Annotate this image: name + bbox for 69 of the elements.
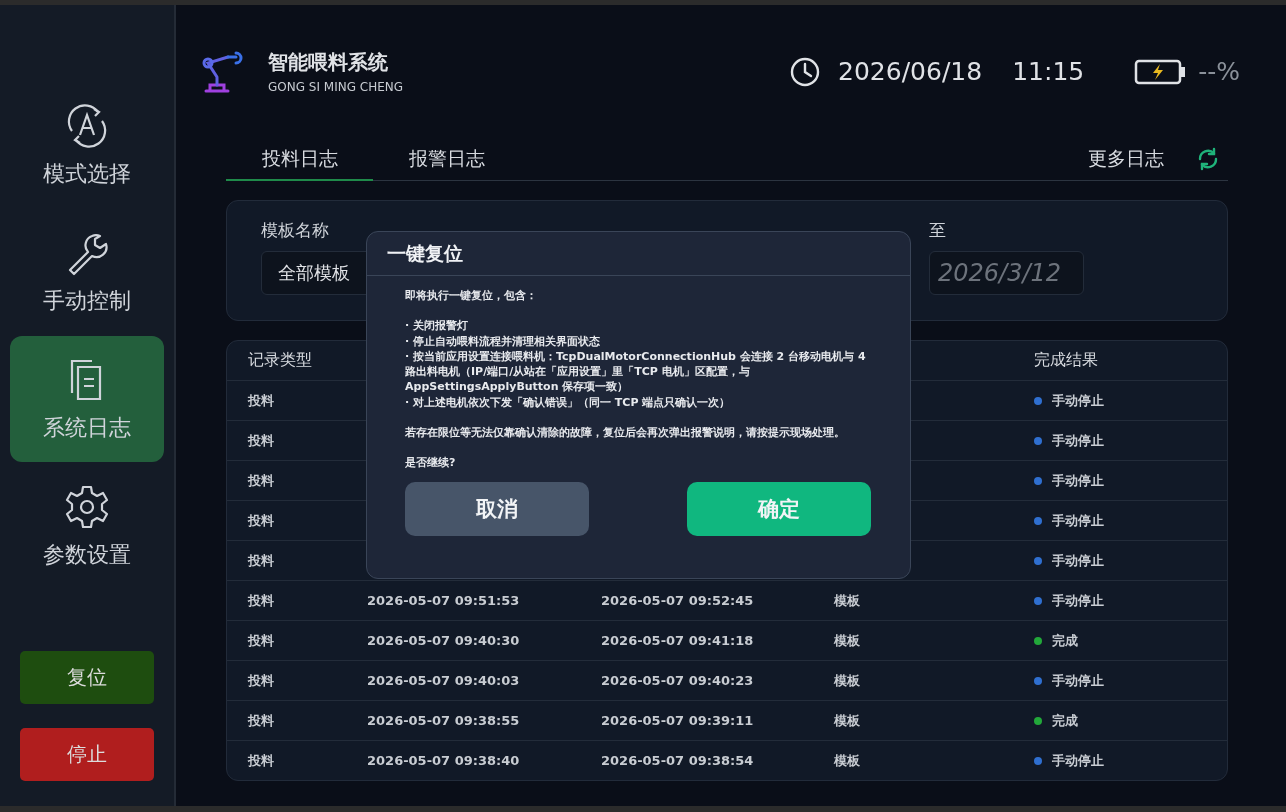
bullet-text: · 对上述电机依次下发「确认错误」（同一 TCP 端点只确认一次） — [405, 394, 732, 411]
status-text: 手动停止 — [1052, 431, 1104, 450]
status-text: 手动停止 — [1052, 391, 1104, 410]
app-title: 智能喂料系统 — [268, 49, 389, 76]
stop-button[interactable]: 停止 — [20, 728, 154, 781]
dialog-question: 是否继续? — [405, 455, 457, 471]
battery-icon — [1134, 58, 1187, 85]
nav-item[interactable]: 参数设置 — [10, 463, 164, 589]
tab[interactable]: 投料日志 — [226, 138, 373, 181]
table-cell-text: 投料 — [248, 591, 275, 610]
table-cell-text: 投料 — [248, 431, 275, 450]
refresh-icon[interactable] — [1196, 147, 1220, 171]
company-name: GONG SI MING CHENG — [268, 80, 404, 94]
bullet-text: · 按当前应用设置连接喂料机：TcpDualMotorConnectionHub 会连接 2 台移动电机与 4 路出料电机（IP/端口/从站在「应用设置」里「TCP 电机」区配置，与 AppSettingsApplyButton 保存项一致） — [405, 348, 867, 395]
bullet-text: · 关闭报警灯 — [405, 318, 469, 334]
table-cell-text: 模板 — [834, 671, 861, 690]
table-cell-text: 模板 — [834, 711, 861, 730]
table-cell-text: 2026-05-07 09:40:23 — [601, 673, 755, 688]
tab[interactable]: 报警日志 — [373, 138, 520, 181]
nav-item[interactable]: 模式选择 — [10, 82, 164, 208]
column-header: 完成结果 — [1034, 350, 1099, 371]
table-cell-text: 2026-05-07 09:38:54 — [601, 753, 755, 768]
table-cell-text: 2026-05-07 09:38:55 — [367, 713, 521, 728]
table-cell-text: 投料 — [248, 551, 275, 570]
time-text: 11:15 — [1012, 57, 1085, 86]
table-cell-text: 投料 — [248, 471, 275, 490]
dialog-text: 若存在限位等无法仅靠确认清除的故障，复位后会再次弹出报警说明，请按提示现场处理。 — [405, 425, 846, 441]
end-date-field[interactable]: 2026/3/12 — [929, 251, 1084, 295]
nav-item[interactable]: 手动控制 — [10, 209, 164, 335]
table-cell-text: 2026-05-07 09:39:11 — [601, 713, 755, 728]
more-logs-link[interactable]: 更多日志 — [1082, 145, 1170, 173]
status-text: 手动停止 — [1052, 591, 1104, 610]
filter-label: 模板名称 — [261, 219, 330, 241]
filter-label: 至 — [929, 219, 947, 241]
date-text: 2026/06/18 — [838, 57, 983, 86]
status-text: 手动停止 — [1052, 471, 1104, 490]
table-cell-text: 2026-05-07 09:40:30 — [367, 633, 521, 648]
table-cell-text: 投料 — [248, 391, 275, 410]
table-cell-text: 投料 — [248, 671, 275, 690]
table-cell-text: 2026-05-07 09:38:40 — [367, 753, 521, 768]
table-cell-text: 2026-05-07 09:40:03 — [367, 673, 521, 688]
table-cell-text: 投料 — [248, 751, 275, 770]
column-header: 记录类型 — [248, 350, 313, 371]
status-text: 完成 — [1052, 631, 1078, 650]
table-cell-text: 2026-05-07 09:51:53 — [367, 593, 521, 608]
status-text: 手动停止 — [1052, 511, 1104, 530]
table-cell-text: 2026-05-07 09:52:45 — [601, 593, 755, 608]
nav-item[interactable]: 系统日志 — [10, 336, 164, 462]
table-cell-text: 投料 — [248, 631, 275, 650]
table-cell-text: 投料 — [248, 511, 275, 530]
nav-label: 模式选择 — [43, 160, 131, 188]
status-text: 手动停止 — [1052, 751, 1104, 770]
table-cell-text: 模板 — [834, 751, 861, 770]
nav-label: 系统日志 — [43, 414, 131, 442]
table-cell-text: 模板 — [834, 631, 861, 650]
table-cell-text: 模板 — [834, 591, 861, 610]
dialog-title: 一键复位 — [367, 232, 910, 276]
status-text: 手动停止 — [1052, 551, 1104, 570]
bullet-text: · 停止自动喂料流程并清理相关界面状态 — [405, 333, 601, 349]
table-cell-text: 投料 — [248, 711, 275, 730]
nav-label: 参数设置 — [43, 541, 131, 569]
cancel-button[interactable]: 取消 — [405, 481, 589, 536]
table-cell-text: 2026-05-07 09:41:18 — [601, 633, 755, 648]
battery-percent: --% — [1198, 57, 1240, 86]
status-text: 手动停止 — [1052, 671, 1104, 690]
clock-icon — [790, 56, 821, 87]
reset-button[interactable]: 复位 — [20, 651, 154, 704]
nav-label: 手动控制 — [43, 287, 131, 315]
status-text: 完成 — [1052, 711, 1078, 730]
